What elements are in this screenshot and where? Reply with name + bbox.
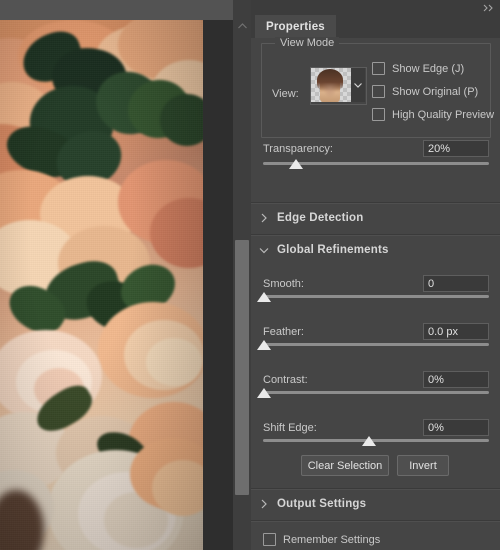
chevron-right-icon[interactable] [251,213,277,223]
checkbox-row-high-quality-preview[interactable]: High Quality Preview [372,108,494,121]
tab-properties[interactable]: Properties [255,15,336,38]
shift-edge-slider-track[interactable] [263,439,489,442]
high-quality-preview-checkbox[interactable] [372,108,385,121]
feather-value-field[interactable]: 0.0 px [423,323,489,340]
contrast-slider-track[interactable] [263,391,489,394]
view-mode-selector[interactable] [310,67,367,105]
show-edge-label: Show Edge (J) [392,62,465,75]
panel-body: View Mode View: Show Edge (J) Show Origi… [251,37,500,550]
smooth-slider-thumb[interactable] [257,292,271,302]
properties-panel: Properties View Mode View: Show Edge (J)… [251,0,500,550]
canvas-photo[interactable] [0,20,203,550]
image-canvas-area[interactable] [0,0,233,550]
remember-settings-label: Remember Settings [283,533,381,546]
smooth-value-field[interactable]: 0 [423,275,489,292]
canvas-right-gutter [203,20,233,550]
shift-edge-value-field[interactable]: 0% [423,419,489,436]
transparency-label: Transparency: [263,143,333,155]
canvas-top-strip [0,0,233,20]
panel-top-strip [251,0,500,15]
chevron-down-icon[interactable] [351,68,365,102]
view-mode-group: View Mode View: Show Edge (J) Show Origi… [261,37,494,138]
checkbox-row-show-edge[interactable]: Show Edge (J) [372,62,464,75]
invert-button[interactable]: Invert [397,455,449,476]
show-original-label: Show Original (P) [392,85,479,98]
thumbnail-hair-shape [317,69,343,91]
chevron-right-icon[interactable] [251,499,277,509]
shift-edge-label: Shift Edge: [263,422,317,434]
chevron-down-icon[interactable] [251,247,277,254]
feather-slider-thumb[interactable] [257,340,271,350]
section-title-global-refinements: Global Refinements [277,244,389,256]
select-and-mask-window: Properties View Mode View: Show Edge (J)… [0,0,500,550]
remember-settings-row[interactable]: Remember Settings [263,533,380,546]
section-header-global-refinements[interactable]: Global Refinements [251,236,500,264]
vertical-scrollbar-thumb[interactable] [235,240,249,495]
view-mode-legend: View Mode [275,37,340,49]
double-chevron-right-icon[interactable] [482,3,496,13]
vertical-scrollbar[interactable] [233,0,251,550]
high-quality-preview-label: High Quality Preview [392,108,495,121]
section-title-edge-detection: Edge Detection [277,212,364,224]
chevron-up-icon[interactable] [233,18,251,34]
section-title-output-settings: Output Settings [277,498,367,510]
panel-tab-bar: Properties [251,15,500,39]
section-header-output-settings[interactable]: Output Settings [251,490,500,518]
shift-edge-slider-thumb[interactable] [362,436,376,446]
contrast-value-field[interactable]: 0% [423,371,489,388]
transparency-value-field[interactable]: 20% [423,140,489,157]
feather-label: Feather: [263,326,304,338]
contrast-slider-thumb[interactable] [257,388,271,398]
contrast-label: Contrast: [263,374,308,386]
clear-selection-button[interactable]: Clear Selection [301,455,389,476]
view-label: View: [272,88,299,100]
show-edge-checkbox[interactable] [372,62,385,75]
show-original-checkbox[interactable] [372,85,385,98]
feather-slider-track[interactable] [263,343,489,346]
smooth-label: Smooth: [263,278,304,290]
section-header-edge-detection[interactable]: Edge Detection [251,204,500,232]
smooth-slider-track[interactable] [263,295,489,298]
transparency-slider-thumb[interactable] [289,159,303,169]
checkbox-row-show-original[interactable]: Show Original (P) [372,85,478,98]
divider-below-output-settings [251,520,500,522]
view-mode-thumbnail-icon[interactable] [311,68,351,102]
remember-settings-checkbox[interactable] [263,533,276,546]
